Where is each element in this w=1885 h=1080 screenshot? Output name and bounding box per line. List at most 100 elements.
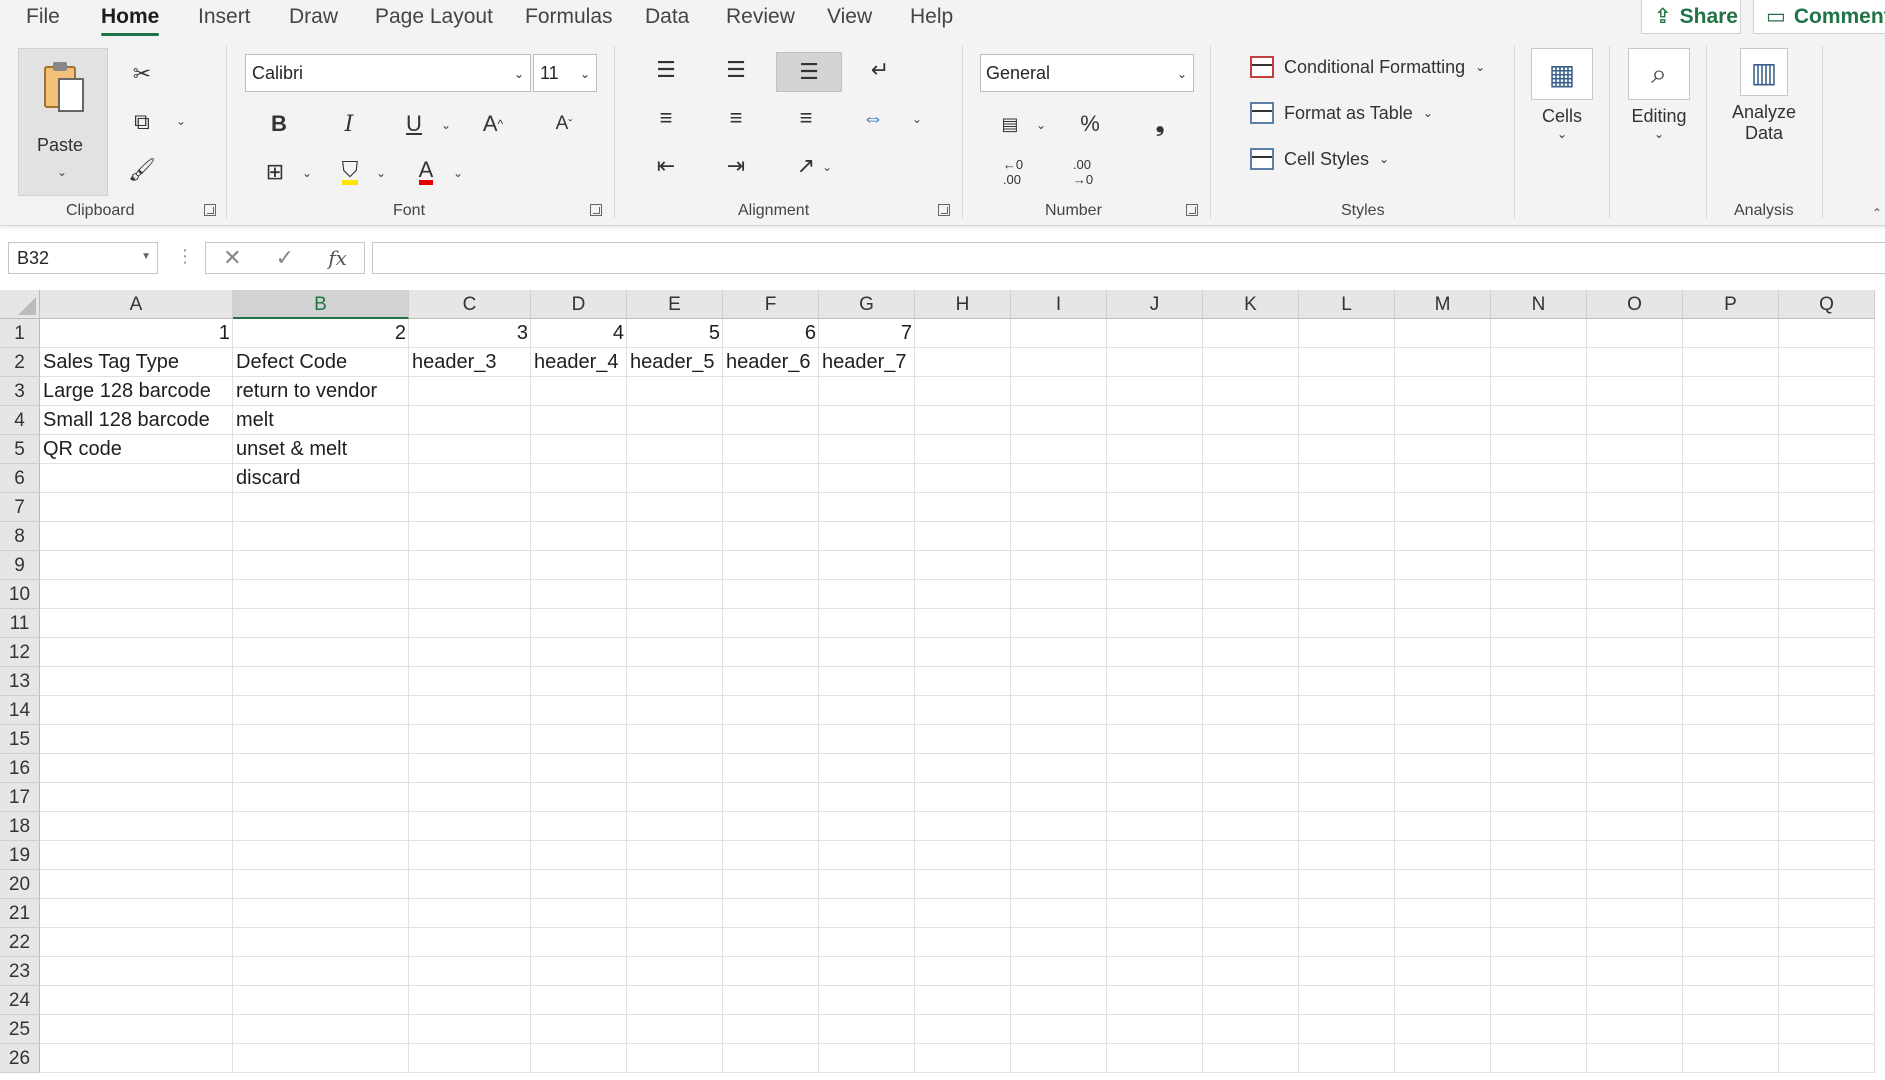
column-header-f[interactable]: F bbox=[723, 290, 819, 319]
cell-b3[interactable]: return to vendor bbox=[233, 377, 380, 406]
row-header-16[interactable]: 16 bbox=[0, 754, 40, 783]
resize-handle-icon[interactable]: ⋮ bbox=[176, 246, 194, 267]
format-painter-icon[interactable]: 🖌 bbox=[122, 152, 162, 188]
cell-styles-button[interactable]: Cell Styles ⌄ bbox=[1250, 148, 1389, 170]
row-header-6[interactable]: 6 bbox=[0, 464, 40, 493]
alignment-launcher-icon[interactable] bbox=[938, 204, 950, 216]
top-align-icon[interactable]: ☰ bbox=[646, 52, 686, 88]
italic-icon[interactable]: I bbox=[329, 106, 369, 142]
increase-font-size-icon[interactable]: A ^ bbox=[473, 106, 513, 142]
cell-a1[interactable]: 1 bbox=[40, 319, 233, 348]
cell-b2[interactable]: Defect Code bbox=[233, 348, 350, 377]
insert-function-icon[interactable]: fx bbox=[328, 246, 347, 270]
row-header-25[interactable]: 25 bbox=[0, 1015, 40, 1044]
tab-formulas[interactable]: Formulas bbox=[525, 4, 613, 34]
cell-g2[interactable]: header_7 bbox=[819, 348, 910, 377]
cell-a5[interactable]: QR code bbox=[40, 435, 125, 464]
formula-input[interactable] bbox=[372, 242, 1885, 274]
paste-chevron-icon[interactable]: ⌄ bbox=[57, 165, 67, 179]
row-header-13[interactable]: 13 bbox=[0, 667, 40, 696]
clipboard-launcher-icon[interactable] bbox=[204, 204, 216, 216]
bottom-align-icon[interactable]: ☰ bbox=[776, 52, 842, 92]
orientation-chevron-icon[interactable]: ⌄ bbox=[822, 160, 832, 174]
name-box[interactable]: B32 ▼ bbox=[8, 242, 158, 274]
cell-e2[interactable]: header_5 bbox=[627, 348, 718, 377]
comments-button[interactable]: ▭ Comments bbox=[1753, 0, 1885, 34]
tab-home[interactable]: Home bbox=[101, 4, 160, 36]
column-header-o[interactable]: O bbox=[1587, 290, 1683, 319]
font-name-select[interactable]: Calibri ⌄ bbox=[245, 54, 531, 92]
decrease-font-size-icon[interactable]: Aˇ bbox=[544, 106, 584, 142]
bold-icon[interactable]: B bbox=[259, 106, 299, 142]
paste-button[interactable]: Paste ⌄ bbox=[18, 48, 108, 196]
row-header-5[interactable]: 5 bbox=[0, 435, 40, 464]
borders-icon[interactable]: ⊞ bbox=[255, 154, 295, 190]
fill-color-chevron-icon[interactable]: ⌄ bbox=[376, 166, 386, 180]
cell-f1[interactable]: 6 bbox=[723, 319, 819, 348]
row-header-9[interactable]: 9 bbox=[0, 551, 40, 580]
decrease-decimal-icon[interactable]: .00 →0 bbox=[1063, 154, 1103, 190]
cell-b1[interactable]: 2 bbox=[233, 319, 409, 348]
row-header-1[interactable]: 1 bbox=[0, 319, 40, 348]
row-header-3[interactable]: 3 bbox=[0, 377, 40, 406]
wrap-text-icon[interactable]: ↵ bbox=[860, 52, 900, 88]
column-header-i[interactable]: I bbox=[1011, 290, 1107, 319]
row-header-8[interactable]: 8 bbox=[0, 522, 40, 551]
column-header-g[interactable]: G bbox=[819, 290, 915, 319]
decrease-indent-icon[interactable]: ⇤ bbox=[646, 148, 686, 184]
collapse-ribbon-icon[interactable]: ⌃ bbox=[1872, 206, 1882, 220]
underline-chevron-icon[interactable]: ⌄ bbox=[441, 118, 451, 132]
cut-icon[interactable]: ✂ bbox=[122, 56, 162, 92]
row-header-20[interactable]: 20 bbox=[0, 870, 40, 899]
borders-chevron-icon[interactable]: ⌄ bbox=[302, 166, 312, 180]
align-right-icon[interactable]: ≡ bbox=[786, 100, 826, 136]
increase-decimal-icon[interactable]: ←0.00 bbox=[993, 154, 1033, 190]
column-header-b[interactable]: B bbox=[233, 290, 409, 319]
cell-d2[interactable]: header_4 bbox=[531, 348, 622, 377]
accounting-chevron-icon[interactable]: ⌄ bbox=[1036, 118, 1046, 132]
column-header-j[interactable]: J bbox=[1107, 290, 1203, 319]
column-header-h[interactable]: H bbox=[915, 290, 1011, 319]
column-header-m[interactable]: M bbox=[1395, 290, 1491, 319]
number-launcher-icon[interactable] bbox=[1186, 204, 1198, 216]
column-header-q[interactable]: Q bbox=[1779, 290, 1875, 319]
tab-review[interactable]: Review bbox=[726, 4, 795, 34]
tab-page-layout[interactable]: Page Layout bbox=[375, 4, 493, 34]
font-color-chevron-icon[interactable]: ⌄ bbox=[453, 166, 463, 180]
copy-icon[interactable]: ⧉ bbox=[122, 104, 162, 140]
accounting-format-icon[interactable]: ▤ bbox=[990, 106, 1030, 142]
column-header-a[interactable]: A bbox=[40, 290, 233, 319]
row-header-14[interactable]: 14 bbox=[0, 696, 40, 725]
conditional-formatting-button[interactable]: Conditional Formatting ⌄ bbox=[1250, 56, 1485, 78]
row-header-21[interactable]: 21 bbox=[0, 899, 40, 928]
tab-file[interactable]: File bbox=[26, 4, 60, 34]
enter-icon[interactable]: ✓ bbox=[276, 245, 294, 271]
tab-data[interactable]: Data bbox=[645, 4, 689, 34]
cell-c2[interactable]: header_3 bbox=[409, 348, 500, 377]
number-format-select[interactable]: General ⌄ bbox=[980, 54, 1194, 92]
comma-style-icon[interactable]: ❟ bbox=[1140, 106, 1180, 142]
cells-button[interactable]: ▦ Cells ⌄ bbox=[1530, 48, 1594, 141]
cell-b5[interactable]: unset & melt bbox=[233, 435, 350, 464]
analyze-data-button[interactable]: ▥ Analyze Data bbox=[1722, 48, 1806, 144]
row-header-22[interactable]: 22 bbox=[0, 928, 40, 957]
underline-icon[interactable]: U bbox=[394, 106, 434, 142]
column-header-p[interactable]: P bbox=[1683, 290, 1779, 319]
copy-chevron-icon[interactable]: ⌄ bbox=[176, 114, 186, 128]
row-header-4[interactable]: 4 bbox=[0, 406, 40, 435]
column-header-n[interactable]: N bbox=[1491, 290, 1587, 319]
cell-c1[interactable]: 3 bbox=[409, 319, 531, 348]
row-header-26[interactable]: 26 bbox=[0, 1044, 40, 1073]
font-launcher-icon[interactable] bbox=[590, 204, 602, 216]
row-header-18[interactable]: 18 bbox=[0, 812, 40, 841]
row-header-24[interactable]: 24 bbox=[0, 986, 40, 1015]
column-header-l[interactable]: L bbox=[1299, 290, 1395, 319]
format-as-table-button[interactable]: Format as Table ⌄ bbox=[1250, 102, 1433, 124]
tab-help[interactable]: Help bbox=[910, 4, 953, 34]
merge-center-icon[interactable]: ⇔ bbox=[853, 100, 893, 136]
orientation-icon[interactable]: ↗ bbox=[786, 148, 826, 184]
row-header-10[interactable]: 10 bbox=[0, 580, 40, 609]
select-all-button[interactable] bbox=[0, 290, 40, 319]
cancel-icon[interactable]: ✕ bbox=[223, 245, 241, 271]
cell-d1[interactable]: 4 bbox=[531, 319, 627, 348]
